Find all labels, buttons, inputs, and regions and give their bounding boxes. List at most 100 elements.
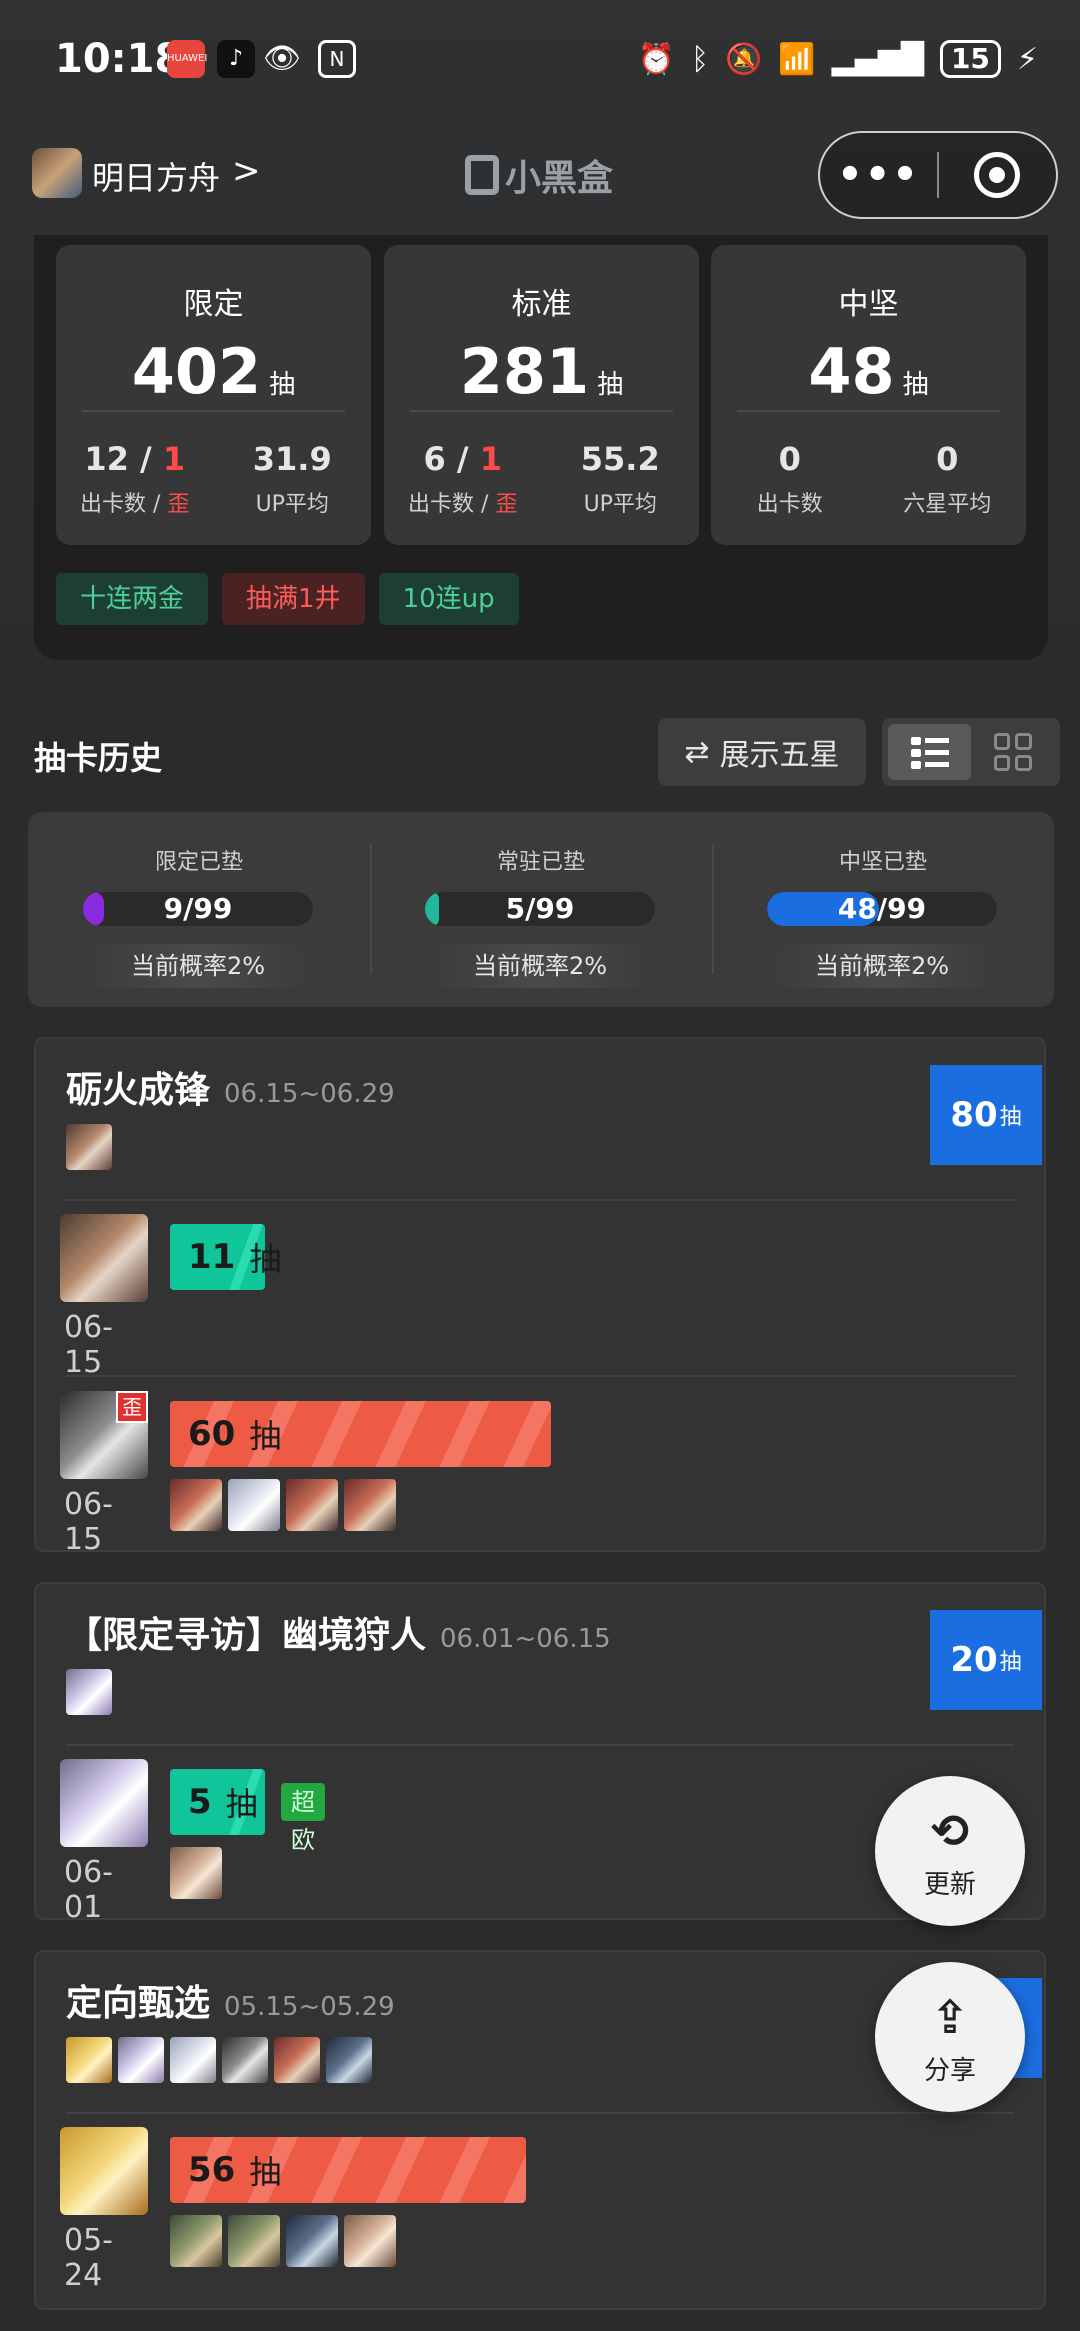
banner-name: 【限定寻访】幽境狩人 (66, 1615, 427, 1656)
battery-indicator: 15 (939, 40, 1001, 78)
share-icon: ⇪ (930, 1990, 970, 2044)
share-button[interactable]: ⇪ 分享 (875, 1962, 1025, 2112)
banner-name: 砺火成锋 (66, 1070, 211, 1111)
brand-title: 小黑盒 (465, 149, 613, 201)
pity-panel: 限定已垫 9/99 当前概率2% 常驻已垫 5/99 当前概率2% 中坚已垫 4… (28, 812, 1054, 1007)
operator-thumb (326, 2037, 372, 2083)
cards-count: 6 (423, 440, 446, 478)
divider (66, 1375, 1014, 1377)
cards-count: 0 (778, 440, 801, 478)
pull-date: 05-24 (64, 2223, 113, 2293)
operator-thumb (274, 2037, 320, 2083)
stat-title: 标准 (511, 287, 572, 322)
six-star-average: 0 (936, 440, 959, 478)
operator-avatar (60, 1214, 148, 1302)
achievement-tags: 十连两金 抽满1井 10连up (56, 573, 519, 625)
cards-count: 12 (84, 440, 129, 478)
tag-full-well: 抽满1井 (222, 573, 365, 625)
stat-count: 48 (808, 335, 895, 408)
view-mode-toggle (882, 718, 1060, 786)
bluetooth-icon: ᛒ (690, 41, 709, 77)
alarm-icon: ⏰ (637, 41, 675, 77)
summary-panel: 限定 402 抽 12 / 1 出卡数 / 歪 31.9 UP平均 标准 281 抽… (34, 235, 1048, 660)
banner-date: 05.15~05.29 (224, 1992, 395, 2022)
pull-count-bar: 56 抽 (170, 2137, 526, 2203)
operator-thumb (66, 1669, 112, 1715)
up-average: 55.2 (580, 440, 660, 478)
more-button[interactable]: ••• (820, 155, 937, 195)
banner-card[interactable]: 砺火成锋 06.15~06.29 80 抽 06-15 11 抽 歪 06-15 60… (34, 1037, 1046, 1557)
divider (737, 410, 1000, 412)
eye-icon: 👁 (263, 41, 302, 76)
game-avatar[interactable] (32, 148, 82, 198)
tag-ten-pull-up: 10连up (378, 573, 519, 625)
stat-count: 281 (459, 335, 590, 408)
huawei-app-icon: HUAWEI (167, 40, 207, 78)
tiktok-icon: ♪ (217, 40, 255, 78)
operator-thumb (170, 1847, 222, 1899)
title-bar: 明日方舟 > 小黑盒 ••• (0, 125, 1080, 235)
brand-logo-icon (465, 155, 499, 195)
wai-badge: 歪 (116, 1391, 148, 1423)
signal-icon: ▂▄▆█ (831, 41, 924, 77)
operator-thumb (344, 2215, 396, 2267)
pull-count-bar: 60 抽 (170, 1401, 551, 1467)
brand-name: 小黑盒 (505, 158, 614, 199)
operator-thumb (170, 1479, 222, 1531)
operator-thumb (286, 2215, 338, 2267)
list-view-button[interactable] (888, 724, 971, 780)
close-mini-program-button[interactable] (939, 152, 1056, 198)
wifi-icon: 📶 (778, 41, 816, 77)
charging-icon: ⚡ (1016, 41, 1038, 77)
status-time: 10:18 (55, 36, 183, 82)
five-star-list (170, 2215, 396, 2267)
divider (66, 1199, 1014, 1201)
total-pulls-badge: 80 抽 (930, 1065, 1042, 1165)
refresh-button[interactable]: ⟲ 更新 (875, 1776, 1025, 1926)
history-title: 抽卡历史 (34, 739, 163, 777)
operator-thumb (222, 2037, 268, 2083)
stat-unit: 抽 (269, 370, 296, 400)
refresh-icon: ⟲ (930, 1804, 970, 1858)
wai-count: 1 (162, 440, 186, 478)
lucky-tag: 超欧 (281, 1783, 325, 1854)
operator-thumb (170, 2037, 216, 2083)
pity-core: 中坚已垫 48/99 当前概率2% (712, 812, 1054, 1007)
stat-card-standard: 标准 281 抽 6 / 1 出卡数 / 歪 55.2 UP平均 (384, 245, 699, 545)
five-star-list (170, 1479, 396, 1531)
banner-name: 定向甄选 (66, 1983, 211, 2024)
banner-date: 06.15~06.29 (224, 1079, 395, 1109)
mute-icon: 🔕 (724, 41, 763, 77)
pull-count-bar: 11 抽 (170, 1224, 281, 1290)
up-average: 31.9 (252, 440, 332, 478)
mini-program-capsule: ••• (818, 131, 1058, 219)
banner-operators (66, 2037, 372, 2083)
operator-thumb (170, 2215, 222, 2267)
status-bar: 10:18 HUAWEI ♪ 👁 N ⏰ ᛒ 🔕 📶 ▂▄▆█ 15 ⚡ (0, 0, 1080, 125)
grid-view-button[interactable] (971, 724, 1054, 780)
share-label: 分享 (923, 2056, 976, 2086)
pity-progress-bar: 48/99 (767, 892, 997, 926)
tag-ten-pull-two-gold: 十连两金 (56, 573, 209, 625)
pity-standard: 常驻已垫 5/99 当前概率2% (370, 812, 712, 1007)
target-icon (974, 152, 1021, 198)
show-five-star-button[interactable]: ⇄ 展示五星 (658, 718, 866, 786)
five-star-list (170, 1847, 222, 1899)
list-icon (910, 735, 949, 769)
operator-thumb (66, 2037, 112, 2083)
pity-progress-bar: 9/99 (83, 892, 313, 926)
divider (66, 1744, 1014, 1746)
operator-thumb (66, 1124, 112, 1170)
banner-operators (66, 1124, 112, 1170)
operator-thumb (344, 1479, 396, 1531)
stat-title: 限定 (183, 287, 244, 322)
current-rate: 当前概率2% (767, 944, 997, 988)
chevron-right-icon[interactable]: > (232, 151, 261, 191)
game-name[interactable]: 明日方舟 (92, 153, 220, 199)
banner-date: 06.01~06.15 (440, 1624, 611, 1654)
operator-thumb (118, 2037, 164, 2083)
pull-date: 06-15 (64, 1487, 113, 1557)
operator-thumb (228, 1479, 280, 1531)
pull-date: 06-01 (64, 1855, 113, 1925)
divider (66, 2112, 1014, 2114)
